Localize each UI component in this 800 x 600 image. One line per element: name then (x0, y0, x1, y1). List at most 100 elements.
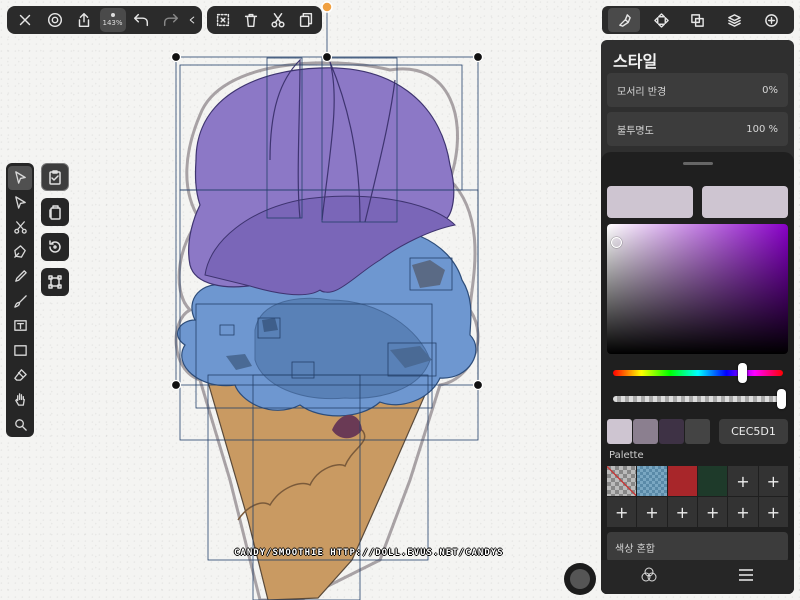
clipboard-button[interactable] (41, 198, 69, 226)
recent-color-1[interactable] (607, 419, 632, 444)
settings-button[interactable] (41, 6, 69, 34)
magnifier-icon (14, 418, 27, 431)
sheet-drag-handle[interactable] (683, 162, 713, 165)
copy-icon (300, 12, 313, 28)
saturation-value-picker[interactable] (607, 224, 788, 354)
resize-handle-tl[interactable] (170, 51, 182, 63)
rotate-handle[interactable] (321, 1, 333, 13)
sliders-icon (738, 569, 753, 581)
eraser-icon (13, 369, 27, 382)
record-button[interactable] (564, 563, 596, 595)
recent-color-3[interactable] (659, 419, 684, 444)
hue-slider[interactable] (613, 363, 783, 383)
plus-icon: + (614, 502, 629, 522)
fill-color-swatch[interactable] (607, 186, 693, 218)
deselect-button[interactable] (209, 6, 237, 34)
tool-text[interactable] (8, 314, 32, 338)
pen-nib-icon (13, 245, 26, 259)
palette-label: Palette (609, 450, 644, 461)
palette-add-button[interactable]: + (698, 497, 728, 527)
corner-radius-row[interactable]: 모서리 반경 0% (607, 73, 788, 107)
transform-frame-icon (48, 275, 62, 289)
tab-style[interactable] (608, 8, 641, 32)
transform-button[interactable] (41, 268, 69, 296)
rotate-button[interactable] (41, 233, 69, 261)
hand-icon (14, 393, 25, 406)
color-mix-row[interactable]: 색상 혼합 (607, 532, 788, 562)
hue-slider-knob[interactable] (738, 363, 748, 383)
palette-add-button[interactable]: + (667, 497, 697, 527)
share-button[interactable] (70, 6, 98, 34)
brush-icon (13, 294, 27, 308)
palette-swatch[interactable] (698, 466, 728, 496)
tool-shape[interactable] (8, 338, 32, 362)
pencil-icon (14, 270, 27, 282)
tab-arrange[interactable] (645, 8, 677, 32)
color-wheel-mode-button[interactable] (639, 565, 659, 589)
tool-select[interactable] (8, 166, 32, 190)
panel-tab-bar (602, 6, 794, 34)
undo-button[interactable] (127, 6, 155, 34)
cut-button[interactable] (265, 6, 293, 34)
palette-swatch[interactable] (667, 466, 697, 496)
palette-add-button[interactable]: + (758, 466, 788, 496)
tab-layers[interactable] (719, 8, 751, 32)
undo-icon (133, 13, 149, 27)
text-icon (13, 320, 27, 331)
palette-add-button[interactable]: + (607, 497, 637, 527)
palette-add-button[interactable]: + (728, 466, 758, 496)
tool-eraser[interactable] (8, 363, 32, 387)
palette-add-button[interactable]: + (758, 497, 788, 527)
stroke-color-swatch[interactable] (702, 186, 788, 218)
tool-hand[interactable] (8, 388, 32, 412)
rotate-icon (49, 240, 61, 253)
opacity-row[interactable]: 불투명도 100 % (607, 112, 788, 146)
corner-radius-value: 0% (762, 84, 778, 96)
clipboard-check-icon (49, 170, 61, 185)
recent-color-4[interactable] (685, 419, 710, 444)
tab-add[interactable] (756, 8, 788, 32)
sv-picker-cursor[interactable] (611, 237, 622, 248)
gear-icon (47, 12, 62, 28)
alpha-slider[interactable] (613, 389, 786, 409)
close-button[interactable] (11, 6, 39, 34)
collapse-toolbar-button[interactable] (186, 6, 198, 34)
tool-scissors[interactable] (8, 215, 32, 239)
top-toolbar-edit (207, 6, 322, 34)
paste-style-button[interactable] (41, 163, 69, 191)
clipboard-icon (49, 205, 61, 220)
brush-bucket-icon (619, 13, 631, 27)
picker-mode-bar (601, 560, 794, 594)
redo-icon (163, 13, 178, 27)
copy-button[interactable] (292, 6, 320, 34)
tool-palette (6, 163, 34, 437)
palette-add-button[interactable]: + (728, 497, 758, 527)
palette-swatch-transparent[interactable] (607, 466, 637, 496)
resize-handle-tr[interactable] (472, 51, 484, 63)
top-toolbar-main: 143% (7, 6, 202, 34)
recent-color-2[interactable] (633, 419, 658, 444)
arrow-select-icon (14, 171, 26, 185)
delete-button[interactable] (237, 6, 265, 34)
hex-input[interactable]: CEC5D1 (719, 419, 788, 444)
move-arrows-icon (653, 12, 669, 28)
tool-brush[interactable] (8, 289, 32, 313)
slider-mode-button[interactable] (736, 565, 756, 589)
color-mix-label: 색상 혼합 (615, 543, 655, 555)
alpha-slider-knob[interactable] (777, 389, 786, 409)
tool-pen[interactable] (8, 240, 32, 264)
palette-swatch-pattern[interactable] (637, 466, 667, 496)
resize-handle-mr[interactable] (472, 379, 484, 391)
plus-icon: + (645, 502, 659, 522)
palette-add-button[interactable]: + (637, 497, 667, 527)
zoom-indicator[interactable]: 143% (99, 8, 126, 32)
resize-handle-ml[interactable] (170, 379, 182, 391)
redo-button[interactable] (157, 6, 185, 34)
resize-handle-tm[interactable] (321, 51, 333, 63)
tool-pencil[interactable] (8, 265, 32, 289)
color-circles-icon (641, 567, 657, 582)
tab-boolean[interactable] (682, 8, 714, 32)
tool-direct-select[interactable] (8, 191, 32, 215)
plus-icon: + (736, 502, 750, 522)
tool-zoom[interactable] (8, 412, 32, 436)
